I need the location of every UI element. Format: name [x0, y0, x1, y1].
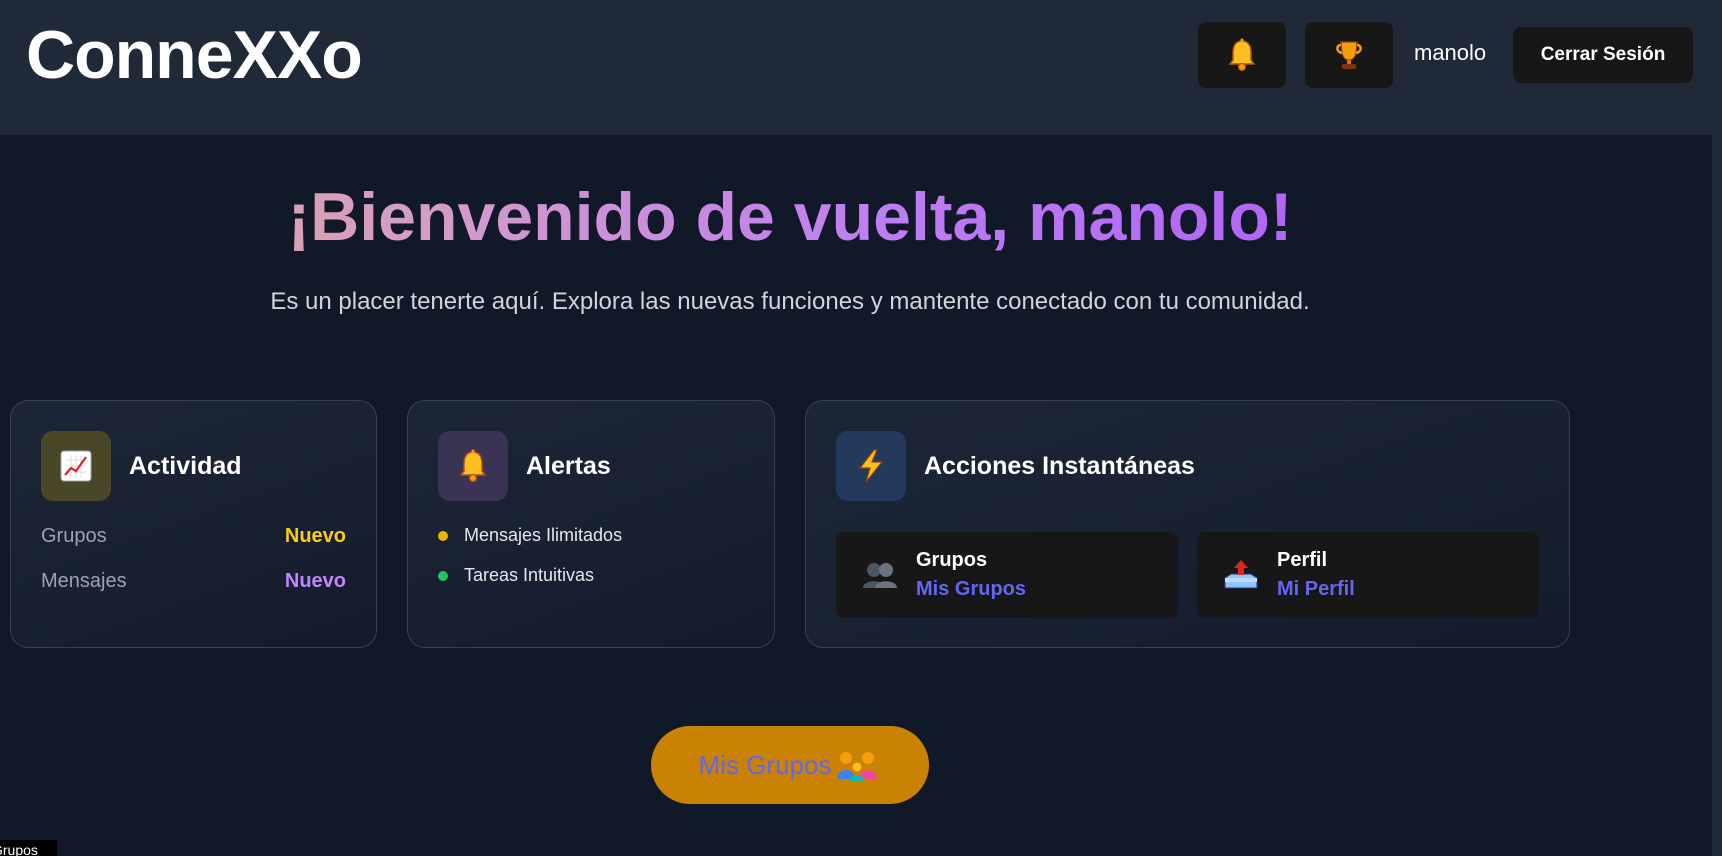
people-icon: [863, 563, 897, 588]
status-dot: [438, 570, 448, 581]
cta-label: Mis Grupos: [698, 749, 832, 780]
alert-item: Tareas Intuitivas: [438, 565, 594, 586]
outbox-tray-icon: [1224, 560, 1258, 589]
app-logo[interactable]: ConneXXo: [26, 16, 363, 94]
corner-tooltip: Grupos: [0, 840, 57, 856]
scrollbar[interactable]: [1712, 135, 1722, 856]
top-header: ConneXXo manolo Cerrar Sesión: [0, 0, 1722, 135]
lightning-icon: [836, 431, 906, 501]
stat-value-messages: Nuevo: [284, 570, 346, 592]
alert-label: Tareas Intuitivas: [464, 565, 595, 585]
my-groups-button[interactable]: Mis Grupos: [651, 726, 929, 804]
username-label: manolo: [1414, 40, 1487, 65]
my-profile-link[interactable]: Mi Perfil: [1277, 578, 1355, 601]
chart-increasing-icon: [41, 431, 111, 501]
alert-item: Mensajes Ilimitados: [438, 525, 622, 546]
my-groups-link[interactable]: Mis Grupos: [916, 578, 1026, 601]
welcome-subtitle: Es un placer tenerte aquí. Explora las n…: [270, 288, 1310, 315]
quick-actions-card: Acciones Instantáneas Grupos Mis Grupos …: [805, 400, 1570, 648]
action-title: Perfil: [1277, 549, 1328, 571]
page: ConneXXo manolo Cerrar Sesión ¡Bienvenid…: [0, 0, 1722, 856]
achievements-button[interactable]: [1305, 22, 1393, 88]
activity-title: Actividad: [129, 452, 242, 480]
activity-card: Actividad Grupos Nuevo Mensajes Nuevo: [10, 400, 377, 648]
bell-icon: [1228, 38, 1256, 72]
quick-actions-title: Acciones Instantáneas: [924, 452, 1195, 480]
welcome-title: ¡Bienvenido de vuelta, manolo!: [0, 178, 1580, 256]
stat-label-groups: Grupos: [41, 525, 107, 547]
stat-label-messages: Mensajes: [41, 570, 127, 592]
stat-value-groups: Nuevo: [284, 525, 346, 547]
trophy-icon: [1336, 41, 1362, 69]
notifications-button[interactable]: [1198, 22, 1286, 88]
alerts-card: Alertas Mensajes Ilimitados Tareas Intui…: [407, 400, 775, 648]
logout-button[interactable]: Cerrar Sesión: [1513, 27, 1693, 83]
alert-label: Mensajes Ilimitados: [464, 525, 623, 545]
action-tile-groups[interactable]: Grupos Mis Grupos: [836, 532, 1178, 618]
status-dot: [438, 530, 448, 541]
alerts-title: Alertas: [526, 452, 611, 480]
action-tile-profile[interactable]: Perfil Mi Perfil: [1197, 532, 1539, 618]
bell-icon: [438, 431, 508, 501]
family-icon: [835, 749, 881, 781]
action-title: Grupos: [916, 549, 988, 571]
